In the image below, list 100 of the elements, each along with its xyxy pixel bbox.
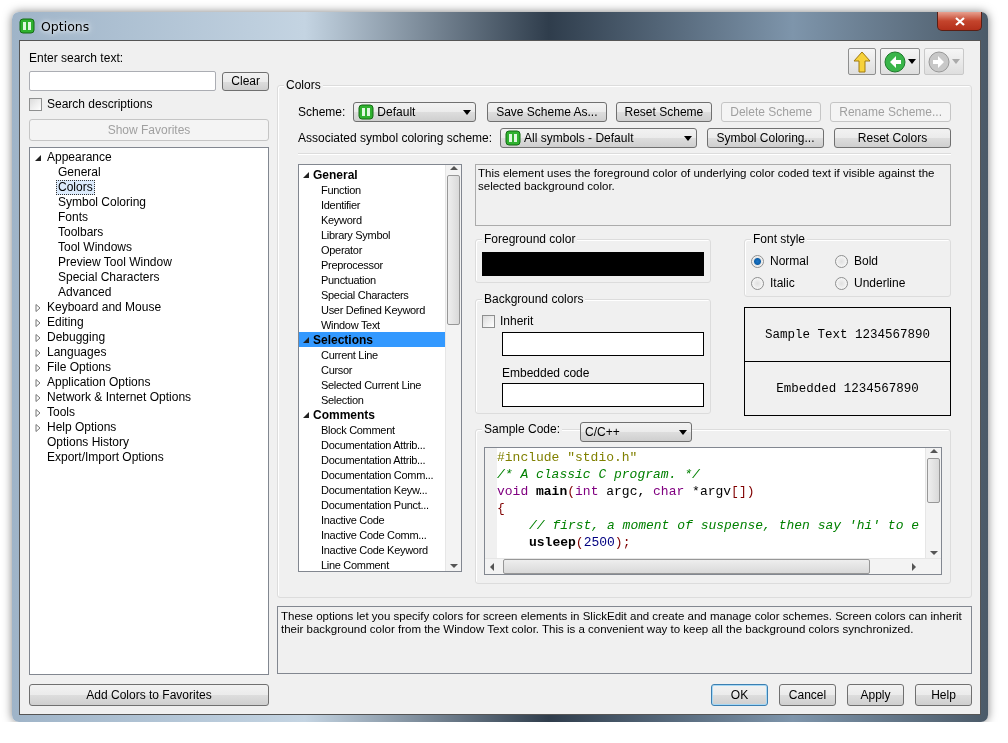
dialog-button[interactable]: Cancel [779,684,836,706]
tree-item[interactable]: Fonts [56,210,90,225]
element-item[interactable]: Documentation Comm... [299,467,445,482]
dialog-button[interactable]: OK [711,684,768,706]
element-category[interactable]: Comments [299,407,445,422]
collapsed-arrow-icon[interactable] [34,393,42,402]
tree-item[interactable]: Export/Import Options [45,450,166,465]
element-item[interactable]: Function [299,182,445,197]
symbol-scheme-dropdown[interactable]: All symbols - Default [500,128,697,148]
element-item[interactable]: Library Symbol [299,227,445,242]
element-item[interactable]: Window Text [299,317,445,332]
scroll-down-arrow-icon[interactable] [449,563,458,571]
radio-button[interactable] [751,276,764,290]
scroll-down-arrow-icon[interactable] [929,550,938,558]
tree-item[interactable]: Editing [45,315,86,330]
scroll-right-arrow-icon[interactable] [911,562,919,571]
tree-item[interactable]: Debugging [45,330,108,345]
symbol-button[interactable]: Reset Colors [834,128,951,148]
element-category[interactable]: Selections [299,332,445,347]
radio-button[interactable] [835,254,848,268]
tree-item[interactable]: File Options [45,360,114,375]
up-button[interactable] [848,48,876,75]
element-item[interactable]: Punctuation [299,272,445,287]
language-dropdown[interactable]: C/C++ [580,422,692,442]
collapsed-arrow-icon[interactable] [34,318,42,327]
tree-item[interactable]: Special Characters [56,270,162,285]
tree-item[interactable]: Appearance [45,150,114,165]
radio-button[interactable] [751,254,764,268]
collapsed-arrow-icon[interactable] [34,303,42,312]
scroll-up-arrow-icon[interactable] [449,165,458,173]
element-item[interactable]: Line Comment [299,557,445,571]
scroll-up-arrow-icon[interactable] [929,448,938,456]
expanded-arrow-icon[interactable] [302,170,310,179]
code-editor[interactable]: #include "stdio.h" /* A classic C program. */ void main(int argc, char *argv[]) { // first, a moment of suspense, then say 'hi' to e usleep(2500); [484,447,942,575]
scheme-button[interactable]: Reset Scheme [615,102,713,122]
tree-item[interactable]: Keyboard and Mouse [45,300,164,315]
embedded-color-swatch[interactable] [502,383,704,407]
search-field[interactable] [29,71,217,91]
symbol-button[interactable]: Symbol Coloring... [707,128,824,148]
element-item[interactable]: Keyword [299,212,445,227]
element-item[interactable]: Inactive Code Comm... [299,527,445,542]
foreground-color-swatch[interactable] [482,252,704,276]
scheme-button[interactable]: Save Scheme As... [487,102,607,122]
expanded-arrow-icon[interactable] [302,410,310,419]
add-to-favorites-button[interactable]: Add Colors to Favorites [29,684,269,706]
vertical-scrollbar[interactable] [925,448,941,558]
tree-item[interactable]: Colors [56,180,95,195]
tree-item[interactable]: Application Options [45,375,153,390]
element-item[interactable]: Special Characters [299,287,445,302]
tree-item[interactable]: General [56,165,103,180]
element-item[interactable]: Selection [299,392,445,407]
inherit-checkbox[interactable] [482,314,495,328]
element-item[interactable]: Preprocessor [299,257,445,272]
element-item[interactable]: Block Comment [299,422,445,437]
tree-item[interactable]: Tools [45,405,77,420]
tree-item[interactable]: Tool Windows [56,240,135,255]
collapsed-arrow-icon[interactable] [34,378,42,387]
vertical-scrollbar[interactable] [445,165,461,571]
tree-item[interactable]: Toolbars [56,225,106,240]
tree-item[interactable]: Help Options [45,420,119,435]
group-title: Background colors [482,292,586,306]
close-button[interactable] [937,12,982,31]
background-color-swatch[interactable] [502,332,704,356]
expanded-arrow-icon[interactable] [34,153,42,162]
collapsed-arrow-icon[interactable] [34,363,42,372]
scroll-left-arrow-icon[interactable] [489,562,497,571]
search-descriptions-checkbox[interactable] [29,97,42,111]
element-item[interactable]: Current Line [299,347,445,362]
tree-item[interactable]: Options History [45,435,132,450]
back-button[interactable] [880,48,920,75]
tree-item[interactable]: Network & Internet Options [45,390,194,405]
tree-item[interactable]: Languages [45,345,109,360]
dialog-button[interactable]: Help [915,684,972,706]
element-item[interactable]: Inactive Code [299,512,445,527]
clear-button[interactable]: Clear [222,71,269,91]
element-item[interactable]: Identifier [299,197,445,212]
dialog-button[interactable]: Apply [847,684,904,706]
element-item[interactable]: Inactive Code Keyword [299,542,445,557]
collapsed-arrow-icon[interactable] [34,423,42,432]
app-logo-icon [19,18,35,34]
element-category[interactable]: General [299,167,445,182]
code-line: { [497,500,506,517]
collapsed-arrow-icon[interactable] [34,333,42,342]
element-item[interactable]: Documentation Attrib... [299,437,445,452]
radio-button[interactable] [835,276,848,290]
element-item[interactable]: Cursor [299,362,445,377]
collapsed-arrow-icon[interactable] [34,348,42,357]
tree-item[interactable]: Symbol Coloring [56,195,149,210]
element-item[interactable]: Documentation Punct... [299,497,445,512]
element-item[interactable]: Selected Current Line [299,377,445,392]
element-item[interactable]: User Defined Keyword [299,302,445,317]
element-item[interactable]: Operator [299,242,445,257]
horizontal-scrollbar[interactable] [485,558,941,574]
scheme-dropdown[interactable]: Default [353,102,477,122]
tree-item[interactable]: Preview Tool Window [56,255,174,270]
element-item[interactable]: Documentation Attrib... [299,452,445,467]
radio-label: Bold [854,254,879,268]
element-item[interactable]: Documentation Keyw... [299,482,445,497]
collapsed-arrow-icon[interactable] [34,408,42,417]
tree-item[interactable]: Advanced [56,285,114,300]
